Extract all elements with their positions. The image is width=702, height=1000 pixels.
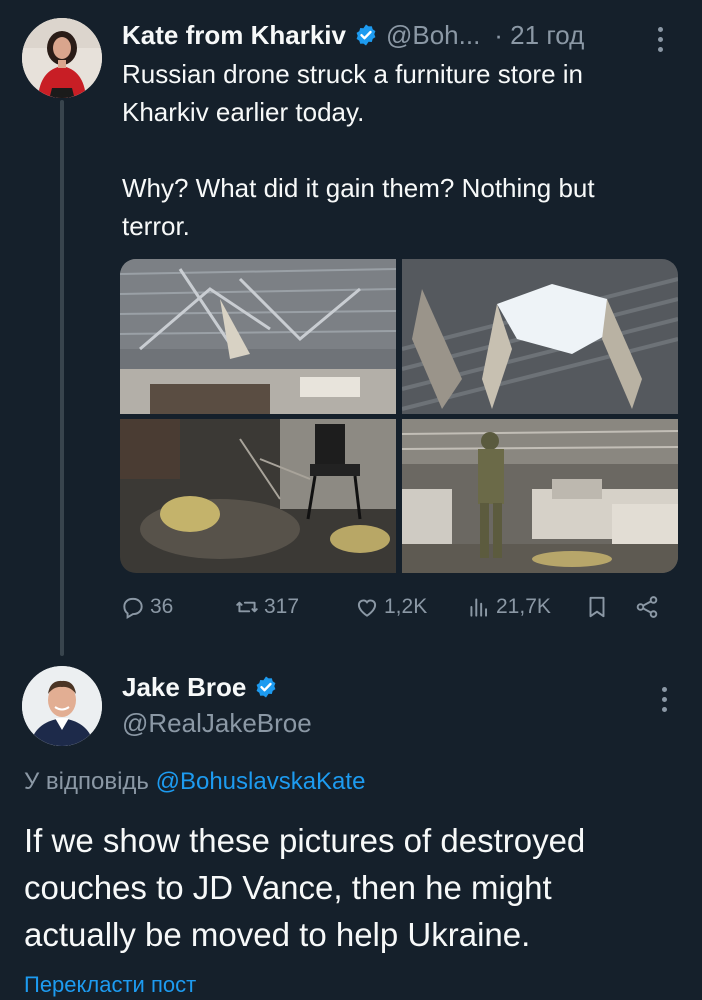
views-button[interactable]: 21,7K <box>466 594 551 620</box>
media-image-3[interactable] <box>120 419 396 573</box>
verified-icon <box>254 675 278 699</box>
more-icon[interactable] <box>660 687 668 717</box>
reply-icon <box>123 597 143 620</box>
tweet-actions: 36 317 1,2K 21,7K <box>120 594 680 626</box>
repost-icon <box>236 601 258 613</box>
reply-text: If we show these pictures of destroyed c… <box>24 817 674 958</box>
like-icon <box>357 599 377 617</box>
reply-header: Jake Broe <box>122 670 278 704</box>
reply-count: 36 <box>150 595 174 618</box>
tweet-text-line: terror. <box>122 211 190 241</box>
tweet-time[interactable]: · 21 год <box>494 20 584 51</box>
media-grid <box>120 259 678 573</box>
avatar-jake[interactable] <box>22 666 102 746</box>
translate-post-link[interactable]: Перекласти пост <box>24 972 196 998</box>
media-image-4[interactable] <box>402 419 678 573</box>
views-count: 21,7K <box>496 595 551 618</box>
reply-author-name[interactable]: Jake Broe <box>122 672 246 703</box>
thread-line <box>60 100 64 656</box>
reply-to-line: У відповідь @BohuslavskaKate <box>24 768 365 796</box>
tweet-header: Kate from Kharkiv @Boh... · 21 год <box>122 18 584 52</box>
reply-author-handle[interactable]: @RealJakeBroe <box>122 708 312 739</box>
repost-button[interactable]: 317 <box>234 594 299 620</box>
reply-text-line: actually be moved to help Ukraine. <box>24 916 531 953</box>
tweet-text-line: Russian drone struck a furniture store i… <box>122 59 583 89</box>
tweet-text: Russian drone struck a furniture store i… <box>122 55 682 245</box>
like-button[interactable]: 1,2K <box>354 594 427 620</box>
author-handle[interactable]: @Boh... <box>386 20 480 51</box>
share-icon <box>636 596 658 618</box>
share-button[interactable] <box>634 594 660 620</box>
reply-button[interactable]: 36 <box>120 594 173 620</box>
reply-text-line: couches to JD Vance, then he might <box>24 869 552 906</box>
repost-count: 317 <box>264 595 300 618</box>
avatar-kate[interactable] <box>22 18 102 98</box>
reply-text-line: If we show these pictures of destroyed <box>24 822 586 859</box>
media-image-1[interactable] <box>120 259 396 414</box>
tweet-text-line: Why? What did it gain them? Nothing but <box>122 173 595 203</box>
reply-to-prefix: У відповідь <box>24 768 149 795</box>
reply-to-mention[interactable]: @BohuslavskaKate <box>156 768 366 795</box>
author-name[interactable]: Kate from Kharkiv <box>122 20 346 51</box>
tweet-text-line: Kharkiv earlier today. <box>122 97 365 127</box>
like-count: 1,2K <box>384 595 428 618</box>
bookmark-button[interactable] <box>584 594 610 620</box>
views-icon <box>470 598 488 617</box>
verified-icon <box>354 23 378 47</box>
media-image-2[interactable] <box>402 259 678 414</box>
bookmark-icon <box>589 596 605 618</box>
more-icon[interactable] <box>656 27 664 57</box>
